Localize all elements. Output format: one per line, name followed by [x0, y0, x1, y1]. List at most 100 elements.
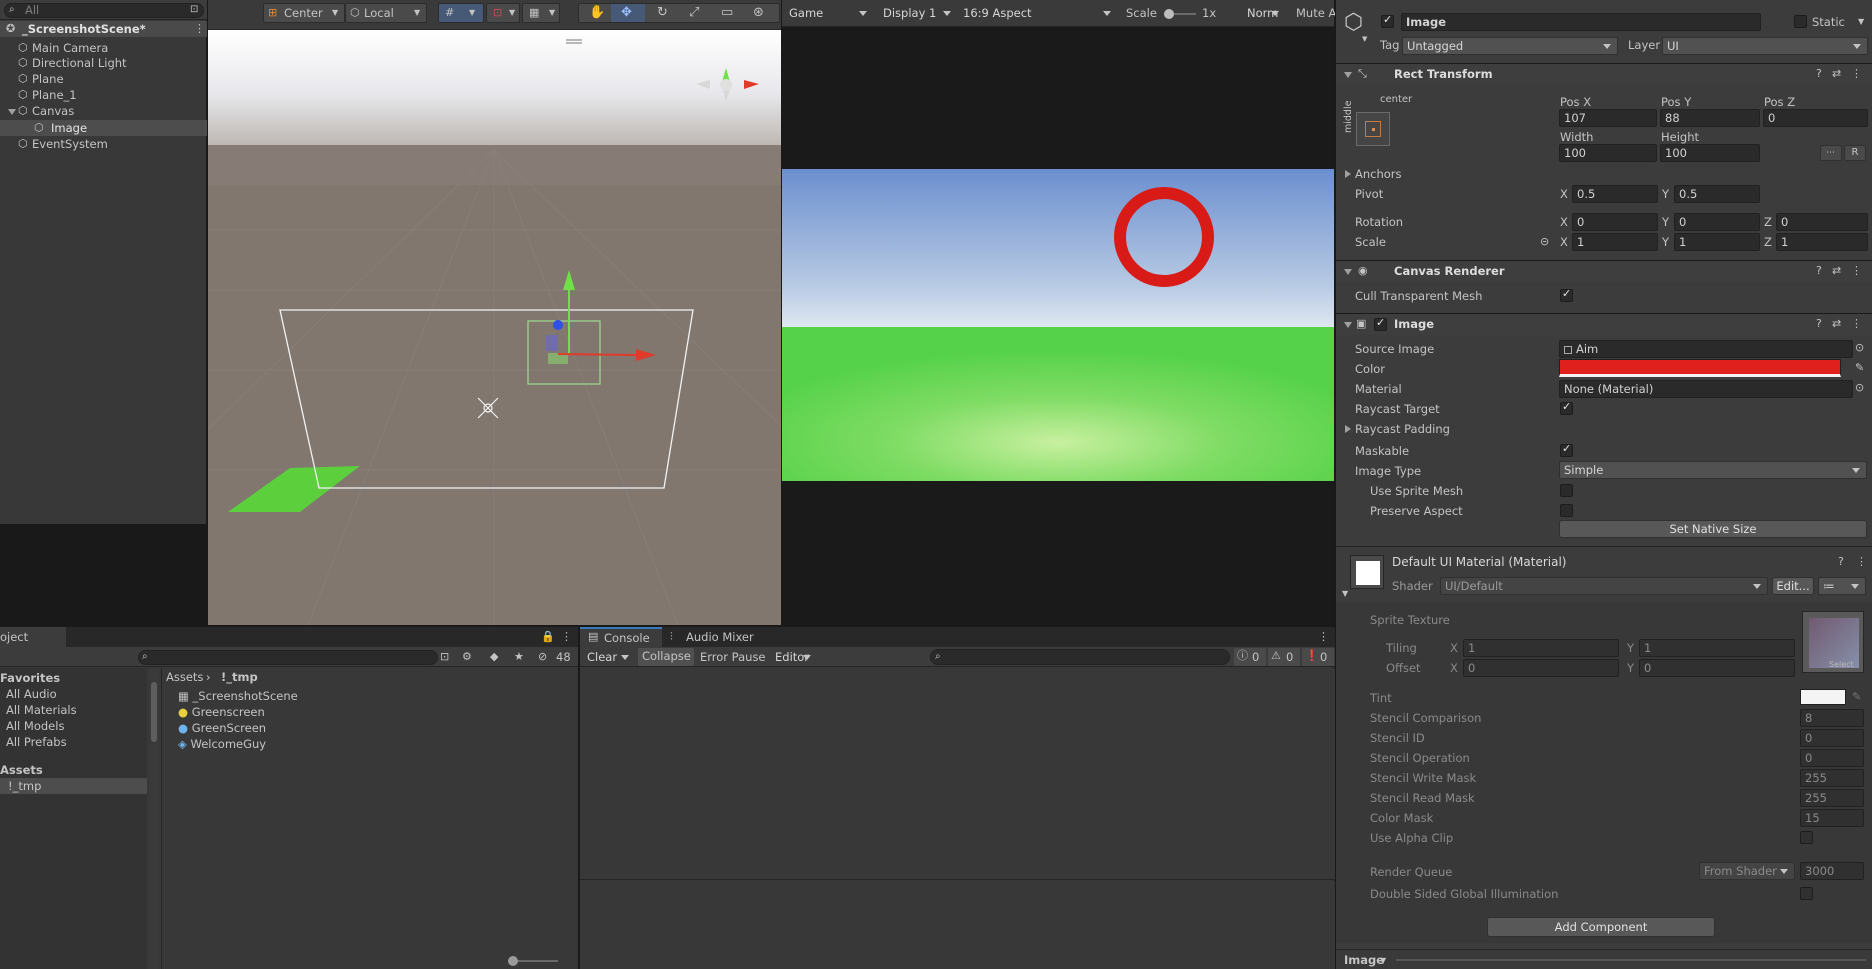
- error-pause-toggle[interactable]: Error Pause: [700, 650, 766, 664]
- console-search-input[interactable]: [930, 649, 1230, 665]
- hidden-packages-icon[interactable]: ⊘: [538, 650, 547, 664]
- scale-z-field[interactable]: 1: [1776, 233, 1868, 251]
- game-viewport[interactable]: [782, 169, 1334, 481]
- stencil-comparison-field[interactable]: 8: [1800, 709, 1864, 727]
- use-alpha-clip-checkbox[interactable]: [1800, 831, 1813, 844]
- presets-icon[interactable]: ⇄: [1832, 264, 1841, 278]
- grid-visibility-toggle[interactable]: ▦ ▼: [522, 3, 560, 23]
- posz-field[interactable]: 0: [1763, 109, 1868, 127]
- rect-transform-header[interactable]: ⤡ Rect Transform ? ⇄ ⋮: [1336, 63, 1872, 85]
- chevron-down-icon[interactable]: ▼: [1380, 954, 1386, 968]
- search-type-icon[interactable]: ⊡: [190, 3, 198, 17]
- stencil-write-mask-field[interactable]: 255: [1800, 769, 1864, 787]
- scene-menu-icon[interactable]: ⋮: [194, 22, 205, 36]
- label-icon[interactable]: ◆: [490, 650, 498, 664]
- canvas-expand-icon[interactable]: [8, 109, 16, 115]
- material-options-dropdown[interactable]: ≔: [1818, 577, 1866, 595]
- presets-icon[interactable]: ⇄: [1832, 317, 1841, 331]
- component-menu-icon[interactable]: ⋮: [1851, 67, 1862, 81]
- object-picker-icon[interactable]: ⊙: [1855, 381, 1864, 395]
- move-gizmo-yz-handle[interactable]: [546, 335, 558, 351]
- tag-dropdown[interactable]: Untagged: [1402, 37, 1618, 55]
- error-count-toggle[interactable]: ❗ 0: [1302, 648, 1334, 666]
- hierarchy-item-main-camera[interactable]: ⬡ Main Camera: [18, 41, 108, 55]
- set-native-size-button[interactable]: Set Native Size: [1559, 520, 1867, 538]
- posx-field[interactable]: 107: [1559, 109, 1657, 127]
- favorite-all-prefabs[interactable]: All Prefabs: [6, 735, 67, 749]
- tree-scrollbar[interactable]: [149, 668, 159, 969]
- eyedropper-icon[interactable]: ✎: [1855, 361, 1864, 375]
- console-log-list[interactable]: [580, 668, 1335, 880]
- color-swatch[interactable]: [1559, 359, 1841, 377]
- help-icon[interactable]: ?: [1816, 67, 1822, 81]
- height-field[interactable]: 100: [1660, 144, 1760, 162]
- asset-greenscreen-script[interactable]: ● GreenScreen: [178, 721, 266, 735]
- favorite-all-audio[interactable]: All Audio: [6, 687, 57, 701]
- hierarchy-item-eventsystem[interactable]: ⬡ EventSystem: [18, 137, 108, 151]
- hierarchy-search-input[interactable]: All: [4, 3, 204, 18]
- scale-x-field[interactable]: 1: [1572, 233, 1658, 251]
- anchors-label[interactable]: Anchors: [1355, 167, 1402, 181]
- stencil-read-mask-field[interactable]: 255: [1800, 789, 1864, 807]
- asset-screenshot-scene[interactable]: ▦ _ScreenshotScene: [178, 689, 298, 703]
- help-icon[interactable]: ?: [1816, 264, 1822, 278]
- move-gizmo-x-axis[interactable]: [557, 353, 639, 356]
- image-type-dropdown[interactable]: Simple: [1559, 461, 1867, 479]
- chevron-down-icon[interactable]: ▼: [1858, 15, 1864, 29]
- hierarchy-scene-row[interactable]: ✪ _ScreenshotScene* ⋮: [0, 21, 207, 37]
- image-component-header[interactable]: ▣ Image ? ⇄ ⋮: [1336, 313, 1872, 335]
- hierarchy-item-image-selected[interactable]: ⬡ Image: [0, 120, 207, 136]
- mute-audio-toggle[interactable]: Mute A: [1296, 6, 1336, 20]
- pivot-mode-dropdown[interactable]: ⊞ Center ▼: [263, 3, 345, 23]
- menu-icon[interactable]: ⋮: [561, 630, 572, 644]
- scale-y-field[interactable]: 1: [1674, 233, 1760, 251]
- edit-shader-button[interactable]: Edit...: [1772, 577, 1814, 595]
- tree-scrollbar-thumb[interactable]: [151, 682, 157, 742]
- posy-field[interactable]: 88: [1660, 109, 1760, 127]
- presets-icon[interactable]: ⇄: [1832, 67, 1841, 81]
- help-icon[interactable]: ?: [1816, 317, 1822, 331]
- blueprint-mode-button[interactable]: ⋯: [1820, 145, 1842, 161]
- raycast-target-checkbox[interactable]: [1560, 400, 1573, 415]
- stencil-operation-field[interactable]: 0: [1800, 749, 1864, 767]
- game-view-type-dropdown[interactable]: Game: [784, 4, 874, 22]
- width-field[interactable]: 100: [1559, 144, 1657, 162]
- pivot-y-field[interactable]: 0.5: [1674, 185, 1760, 203]
- footer-drag-handle[interactable]: [1396, 959, 1866, 961]
- move-gizmo-z-handle[interactable]: [553, 320, 563, 330]
- pivot-x-field[interactable]: 0.5: [1572, 185, 1658, 203]
- filter-icon[interactable]: ⚙: [462, 650, 472, 664]
- play-mode-dropdown[interactable]: Norm: [1242, 4, 1286, 22]
- use-sprite-mesh-checkbox[interactable]: [1560, 484, 1573, 497]
- raycast-padding-foldout-icon[interactable]: [1345, 425, 1351, 433]
- rect-tool-icon[interactable]: ▭: [721, 6, 733, 20]
- rot-z-field[interactable]: 0: [1776, 213, 1868, 231]
- hierarchy-item-plane[interactable]: ⬡ Plane: [18, 72, 64, 86]
- tint-swatch[interactable]: [1800, 689, 1846, 705]
- project-tab[interactable]: oject: [0, 627, 66, 647]
- constrain-proportions-icon[interactable]: ⊝: [1540, 235, 1549, 249]
- eyedropper-icon[interactable]: ✎: [1852, 690, 1861, 704]
- folder-tmp-selected[interactable]: !_tmp: [0, 778, 147, 794]
- pivot-rotation-dropdown[interactable]: ⬡ Local ▼: [345, 3, 427, 23]
- component-menu-icon[interactable]: ⋮: [1851, 317, 1862, 331]
- active-checkbox[interactable]: [1381, 13, 1394, 28]
- offset-y-field[interactable]: 0: [1639, 659, 1795, 677]
- breadcrumb-tmp[interactable]: !_tmp: [221, 670, 258, 684]
- cull-transparent-checkbox[interactable]: [1560, 287, 1573, 302]
- tiling-x-field[interactable]: 1: [1463, 639, 1619, 657]
- project-search-input[interactable]: [138, 650, 438, 665]
- favorite-all-models[interactable]: All Models: [6, 719, 64, 733]
- foldout-icon[interactable]: ▼: [1342, 587, 1348, 601]
- rot-y-field[interactable]: 0: [1674, 213, 1760, 231]
- favorite-all-materials[interactable]: All Materials: [6, 703, 77, 717]
- warning-count-toggle[interactable]: ⚠ 0: [1268, 648, 1300, 666]
- breadcrumb-assets[interactable]: Assets: [166, 670, 203, 684]
- asset-greenscreen-material[interactable]: ● Greenscreen: [178, 705, 265, 719]
- icon-size-slider[interactable]: [508, 956, 558, 966]
- render-queue-dropdown[interactable]: From Shader: [1699, 862, 1795, 880]
- console-tab[interactable]: ▤ Console: [580, 627, 662, 647]
- raw-edit-button[interactable]: R: [1844, 145, 1866, 161]
- asset-welcomeguy[interactable]: ◈ WelcomeGuy: [178, 737, 266, 751]
- hierarchy-item-canvas[interactable]: ⬡ Canvas: [18, 104, 74, 118]
